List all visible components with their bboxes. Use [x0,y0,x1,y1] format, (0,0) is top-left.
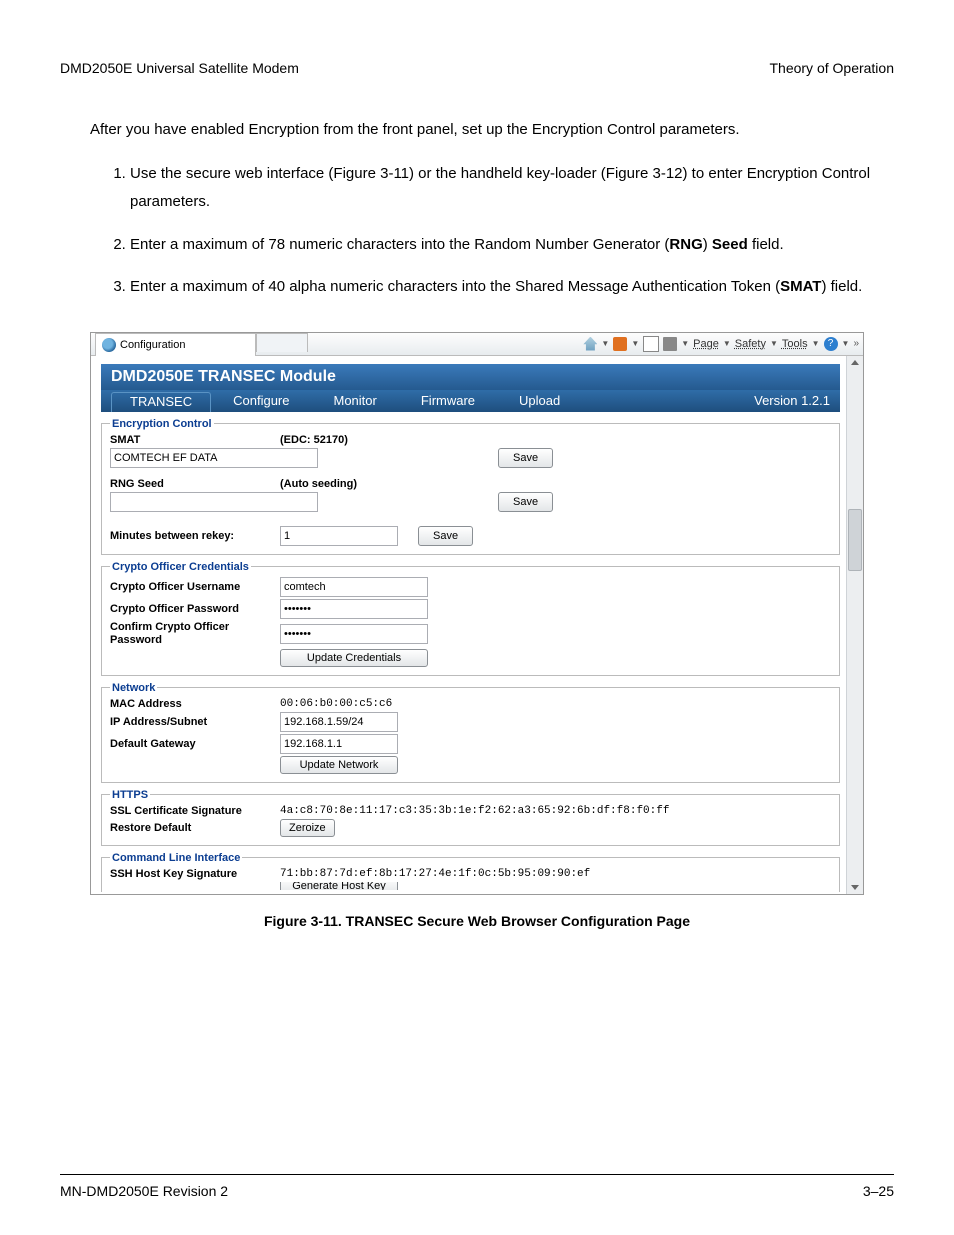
nav-link-monitor[interactable]: Monitor [334,393,377,408]
footer-rule [60,1174,894,1175]
legend-encryption-control: Encryption Control [110,418,214,430]
toolbar-tools-menu[interactable]: Tools [782,338,808,350]
ssl-sig-value: 4a:c8:70:8e:11:17:c3:35:3b:1e:f2:62:a3:6… [280,805,669,817]
toolbar-page-menu[interactable]: Page [693,338,719,350]
ssh-sig-value: 71:bb:87:7d:ef:8b:17:27:4e:1f:0c:5b:95:0… [280,868,590,880]
smat-hint: (EDC: 52170) [280,434,348,446]
group-crypto-credentials: Crypto Officer Credentials Crypto Office… [101,561,840,676]
group-network: Network MAC Address 00:06:b0:00:c5:c6 IP… [101,682,840,783]
doc-header-left: DMD2050E Universal Satellite Modem [60,60,299,76]
ssl-sig-label: SSL Certificate Signature [110,805,280,817]
crypto-user-input[interactable] [280,577,428,597]
smat-save-button[interactable]: Save [498,448,553,468]
generate-host-key-button[interactable]: Generate Host Key [280,882,398,890]
crypto-confirm-input[interactable] [280,624,428,644]
rng-save-button[interactable]: Save [498,492,553,512]
home-icon[interactable] [583,337,597,351]
ssh-sig-label: SSH Host Key Signature [110,868,280,880]
legend-network: Network [110,682,157,694]
ip-label: IP Address/Subnet [110,716,280,728]
update-credentials-button[interactable]: Update Credentials [280,649,428,667]
intro-paragraph: After you have enabled Encryption from t… [90,116,884,145]
browser-toolbar: ▼ ▼ ▼ Page▼ Safety▼ Tools▼ ?▼ » [583,336,859,352]
rng-label: RNG Seed [110,478,280,490]
footer-right: 3–25 [863,1183,894,1199]
favicon-icon [102,338,116,352]
nav-link-upload[interactable]: Upload [519,393,560,408]
toolbar-overflow-icon[interactable]: » [853,338,859,349]
crypto-user-label: Crypto Officer Username [110,581,280,593]
restore-default-label: Restore Default [110,822,280,834]
rng-hint: (Auto seeding) [280,478,357,490]
scroll-up-icon[interactable] [851,360,859,365]
figure-caption: Figure 3-11. TRANSEC Secure Web Browser … [60,913,894,929]
nav-tab-transec[interactable]: TRANSEC [111,392,211,412]
nav-link-configure[interactable]: Configure [233,393,289,408]
legend-https: HTTPS [110,789,150,801]
scroll-down-icon[interactable] [851,885,859,890]
module-nav-bar: TRANSEC Configure Monitor Firmware Uploa… [101,390,840,412]
step-1: Use the secure web interface (Figure 3-1… [130,160,894,217]
mac-label: MAC Address [110,698,280,710]
browser-tab-title: Configuration [120,339,185,351]
module-banner: DMD2050E TRANSEC Module [101,364,840,390]
rekey-input[interactable] [280,526,398,546]
ip-input[interactable] [280,712,398,732]
legend-cli: Command Line Interface [110,852,242,864]
browser-new-tab[interactable] [256,333,308,352]
crypto-pass-label: Crypto Officer Password [110,603,280,615]
print-icon[interactable] [663,337,677,351]
group-cli: Command Line Interface SSH Host Key Sign… [101,852,840,892]
nav-link-firmware[interactable]: Firmware [421,393,475,408]
steps-list: Use the secure web interface (Figure 3-1… [90,160,894,302]
mail-icon[interactable] [643,336,659,352]
help-icon[interactable]: ? [824,337,838,351]
nav-version: Version 1.2.1 [754,393,830,408]
legend-crypto-credentials: Crypto Officer Credentials [110,561,251,573]
zeroize-button[interactable]: Zeroize [280,819,335,837]
toolbar-safety-menu[interactable]: Safety [735,338,766,350]
group-encryption-control: Encryption Control SMAT (EDC: 52170) Sav… [101,418,840,555]
gateway-label: Default Gateway [110,738,280,750]
rekey-label: Minutes between rekey: [110,530,280,542]
rss-icon[interactable] [613,337,627,351]
update-network-button[interactable]: Update Network [280,756,398,774]
scrollbar-vertical[interactable] [846,356,863,894]
embedded-screenshot: Configuration ▼ ▼ ▼ Page▼ Safety▼ Tools▼… [90,332,864,895]
step-2: Enter a maximum of 78 numeric characters… [130,231,894,260]
crypto-pass-input[interactable] [280,599,428,619]
rng-input[interactable] [110,492,318,512]
scroll-thumb[interactable] [848,509,862,571]
mac-value: 00:06:b0:00:c5:c6 [280,698,392,710]
step-3: Enter a maximum of 40 alpha numeric char… [130,273,894,302]
crypto-confirm-label: Confirm Crypto Officer Password [110,621,280,647]
browser-tab-active[interactable]: Configuration [95,333,256,356]
smat-label: SMAT [110,434,280,446]
smat-input[interactable] [110,448,318,468]
footer-left: MN-DMD2050E Revision 2 [60,1183,228,1199]
group-https: HTTPS SSL Certificate Signature 4a:c8:70… [101,789,840,846]
gateway-input[interactable] [280,734,398,754]
rekey-save-button[interactable]: Save [418,526,473,546]
doc-header-right: Theory of Operation [769,60,894,76]
browser-tab-bar: Configuration ▼ ▼ ▼ Page▼ Safety▼ Tools▼… [91,333,863,356]
